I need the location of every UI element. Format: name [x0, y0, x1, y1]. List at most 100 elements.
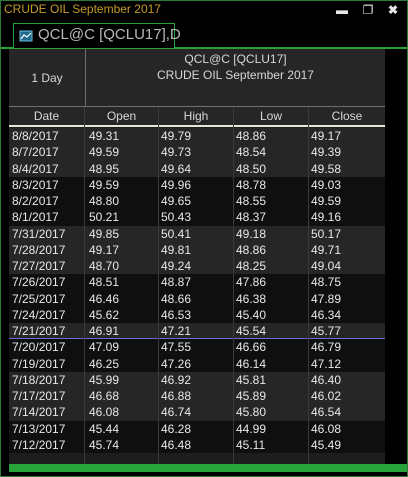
cell-date: 7/28/2017	[12, 242, 66, 257]
cell-high: 49.65	[161, 194, 192, 208]
cell-high: 49.73	[161, 145, 192, 160]
cell-close: 49.58	[311, 161, 342, 176]
cell-high: 46.92	[161, 372, 192, 387]
column-header-low[interactable]: Low	[234, 107, 309, 125]
cell-high: 46.88	[161, 389, 192, 403]
column-header-high[interactable]: High	[159, 107, 234, 125]
cell-open: 46.68	[89, 389, 120, 403]
cell-open: 49.31	[89, 129, 120, 143]
cell-date: 8/7/2017	[12, 145, 59, 160]
quote-table: 1 Day QCL@C [QCLU17] CRUDE OIL September…	[9, 49, 385, 464]
cell-close: 46.54	[311, 405, 342, 420]
table-row[interactable]: 7/18/2017 45.99 46.92 45.81 46.40	[9, 371, 385, 388]
right-gutter	[385, 49, 407, 464]
cell-close: 47.89	[311, 291, 342, 306]
table-row[interactable]: 7/12/2017 45.74 46.48 45.11 45.49	[9, 436, 385, 453]
cell-low: 45.81	[236, 372, 267, 387]
cell-date: 7/17/2017	[12, 389, 66, 403]
cell-open: 48.51	[89, 275, 120, 290]
cell-open: 45.74	[89, 437, 120, 452]
cell-date: 8/3/2017	[12, 177, 59, 192]
cell-date: 7/26/2017	[12, 275, 66, 290]
cell-low: 44.99	[236, 421, 267, 436]
cell-open: 46.46	[89, 291, 120, 306]
cell-close: 45.77	[311, 324, 342, 338]
table-row[interactable]: 7/31/2017 49.85 50.41 49.18 50.17	[9, 225, 385, 242]
cell-open: 45.44	[89, 421, 120, 436]
cell-open: 48.80	[89, 194, 120, 208]
table-row[interactable]: 8/3/2017 49.59 49.96 48.78 49.03	[9, 176, 385, 193]
cell-date: 7/12/2017	[12, 437, 66, 452]
tab-strip: QCL@C [QCLU17],D	[1, 21, 407, 49]
table-row[interactable]: 7/25/2017 46.46 48.66 46.38 47.89	[9, 290, 385, 307]
cell-high: 50.43	[161, 210, 192, 225]
cell-close: 49.04	[311, 259, 342, 273]
cell-low: 45.89	[236, 389, 267, 403]
column-divider	[84, 107, 85, 464]
cell-open: 45.99	[89, 372, 120, 387]
cell-low: 48.78	[236, 177, 267, 192]
table-row[interactable]: 7/13/2017 45.44 46.28 44.99 46.08	[9, 420, 385, 437]
cell-low: 46.14	[236, 356, 267, 371]
table-row[interactable]: 8/1/2017 50.21 50.43 48.37 49.16	[9, 209, 385, 226]
table-header: 1 Day QCL@C [QCLU17] CRUDE OIL September…	[9, 49, 385, 107]
cell-high: 49.79	[161, 129, 192, 143]
table-row[interactable]: 7/24/2017 45.62 46.53 45.40 46.34	[9, 306, 385, 323]
cell-date: 7/21/2017	[12, 324, 66, 338]
cell-open: 47.09	[89, 340, 120, 355]
cell-low: 48.37	[236, 210, 267, 225]
cell-low: 45.11	[236, 437, 266, 452]
column-header-date[interactable]: Date	[9, 107, 85, 125]
cell-close: 46.79	[311, 340, 342, 355]
instrument-name: CRUDE OIL September 2017	[157, 68, 314, 82]
cell-close: 47.12	[311, 356, 342, 371]
cell-close: 50.17	[311, 226, 342, 241]
table-row[interactable]: 7/28/2017 49.17 49.81 48.86 49.71	[9, 241, 385, 258]
cell-open: 46.08	[89, 405, 120, 420]
cell-high: 49.24	[161, 259, 192, 273]
cell-close: 48.75	[311, 275, 342, 290]
cell-close: 49.17	[311, 129, 342, 143]
table-row[interactable]: 7/21/2017 46.91 47.21 45.54 45.77	[9, 323, 385, 340]
table-row[interactable]: 8/7/2017 49.59 49.73 48.54 49.39	[9, 144, 385, 161]
cell-low: 45.54	[236, 324, 267, 338]
column-header-close[interactable]: Close	[309, 107, 385, 125]
cell-low: 48.50	[236, 161, 267, 176]
cell-low: 48.54	[236, 145, 267, 160]
period-label: 1 Day	[9, 49, 86, 106]
cell-date: 7/13/2017	[12, 421, 66, 436]
cell-low: 47.86	[236, 275, 267, 290]
minimize-icon[interactable]: ▬	[334, 3, 350, 17]
table-row[interactable]: 7/17/2017 46.68 46.88 45.89 46.02	[9, 388, 385, 405]
cell-date: 8/8/2017	[12, 129, 59, 143]
restore-icon[interactable]: ❐	[360, 3, 376, 17]
title-bar[interactable]: CRUDE OIL September 2017 ▬ ❐ ✖	[1, 1, 407, 21]
table-row[interactable]: 7/27/2017 48.70 49.24 48.25 49.04	[9, 258, 385, 275]
cell-close: 46.40	[311, 372, 342, 387]
table-row[interactable]: 7/14/2017 46.08 46.74 45.80 46.54	[9, 404, 385, 421]
cell-date: 8/4/2017	[12, 161, 59, 176]
cell-close: 49.71	[311, 242, 342, 257]
cell-low: 48.86	[236, 242, 267, 257]
status-bar	[9, 464, 407, 472]
table-row[interactable]: 7/20/2017 47.09 47.55 46.66 46.79	[9, 339, 385, 356]
cell-open: 49.17	[89, 242, 120, 257]
cell-high: 46.28	[161, 421, 192, 436]
close-icon[interactable]: ✖	[385, 3, 401, 17]
cell-high: 46.48	[161, 437, 192, 452]
table-row[interactable]: 8/8/2017 49.31 49.79 48.86 49.17	[9, 128, 385, 145]
table-row[interactable]: 7/19/2017 46.25 47.26 46.14 47.12	[9, 355, 385, 372]
table-row[interactable]: 7/26/2017 48.51 48.87 47.86 48.75	[9, 274, 385, 291]
column-header-open[interactable]: Open	[85, 107, 159, 125]
tab-qcl[interactable]: QCL@C [QCLU17],D	[13, 23, 181, 48]
table-body: 8/8/2017 49.31 49.79 48.86 49.17 8/7/2017 49.5…	[9, 128, 385, 453]
cell-close: 45.49	[311, 437, 342, 452]
cell-high: 49.96	[161, 177, 192, 192]
cell-high: 46.74	[161, 405, 192, 420]
table-row[interactable]: 8/2/2017 48.80 49.65 48.55 49.59	[9, 193, 385, 210]
cell-date: 7/25/2017	[12, 291, 66, 306]
cell-date: 7/24/2017	[12, 307, 66, 322]
cell-low: 49.18	[236, 226, 267, 241]
tab-label: QCL@C [QCLU17],D	[38, 26, 181, 43]
table-row[interactable]: 8/4/2017 48.95 49.64 48.50 49.58	[9, 160, 385, 177]
